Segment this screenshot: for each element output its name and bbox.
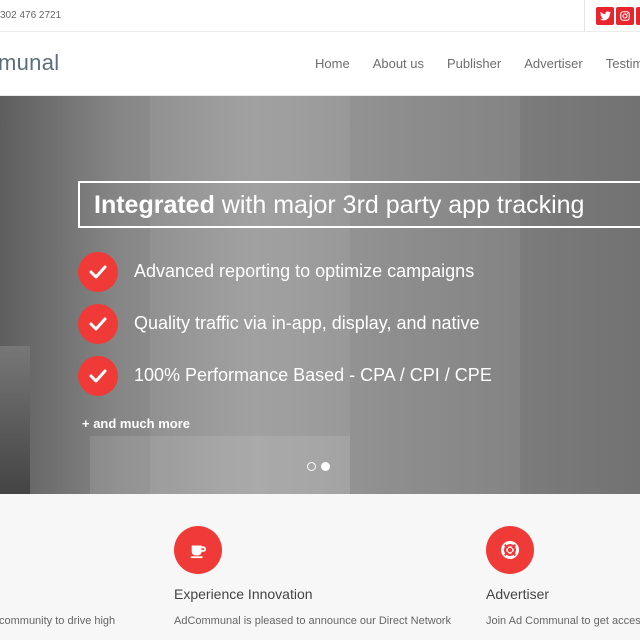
check-icon xyxy=(78,304,118,344)
check-icon xyxy=(78,252,118,292)
hero-background xyxy=(150,96,350,494)
services-section: community to drive high Experience Innov… xyxy=(0,494,640,640)
nav-testimonials[interactable]: Testim xyxy=(606,56,640,71)
slider-dot[interactable] xyxy=(307,462,316,471)
top-divider xyxy=(584,0,585,32)
slider-dot-active[interactable] xyxy=(321,462,330,471)
service-title: Advertiser xyxy=(486,586,550,602)
nav-about-us[interactable]: About us xyxy=(373,56,424,71)
main-nav: Home About us Publisher Advertiser Testi… xyxy=(315,56,640,71)
service-text: Join Ad Communal to get acces xyxy=(486,615,640,627)
more-link[interactable]: + and much more xyxy=(82,416,190,431)
feature-item: Advanced reporting to optimize campaigns xyxy=(78,252,638,292)
top-bar: 302 476 2721 xyxy=(0,0,640,32)
service-title: Experience Innovation xyxy=(174,586,313,602)
nav-advertiser[interactable]: Advertiser xyxy=(524,56,583,71)
feature-text: 100% Performance Based - CPA / CPI / CPE xyxy=(134,365,492,385)
check-icon xyxy=(78,356,118,396)
instagram-icon[interactable] xyxy=(616,7,634,25)
service-text: community to drive high xyxy=(0,615,116,627)
hero-background-shape xyxy=(0,346,30,494)
feature-text: Advanced reporting to optimize campaigns xyxy=(134,261,475,281)
nav-publisher[interactable]: Publisher xyxy=(447,56,501,71)
twitter-icon[interactable] xyxy=(596,7,614,25)
lifebuoy-icon xyxy=(486,526,534,574)
feature-item: 100% Performance Based - CPA / CPI / CPE xyxy=(78,356,638,396)
headline-rest: with major 3rd party app tracking xyxy=(214,191,585,219)
hero-headline: Integrated with major 3rd party app trac… xyxy=(94,191,584,220)
social-icon[interactable] xyxy=(636,7,640,25)
hero-slider: Integrated with major 3rd party app trac… xyxy=(0,96,640,494)
hero-headline-box: Integrated with major 3rd party app trac… xyxy=(78,181,640,228)
site-header: munal Home About us Publisher Advertiser… xyxy=(0,33,640,96)
service-text: AdCommunal is pleased to announce our Di… xyxy=(174,615,451,627)
nav-home[interactable]: Home xyxy=(315,56,350,71)
feature-text: Quality traffic via in-app, display, and… xyxy=(134,313,480,333)
phone-number: 302 476 2721 xyxy=(0,10,62,21)
cup-icon xyxy=(174,526,222,574)
feature-item: Quality traffic via in-app, display, and… xyxy=(78,304,638,344)
hero-background-shape xyxy=(520,96,640,494)
headline-bold: Integrated xyxy=(94,191,215,219)
logo[interactable]: munal xyxy=(0,50,59,76)
